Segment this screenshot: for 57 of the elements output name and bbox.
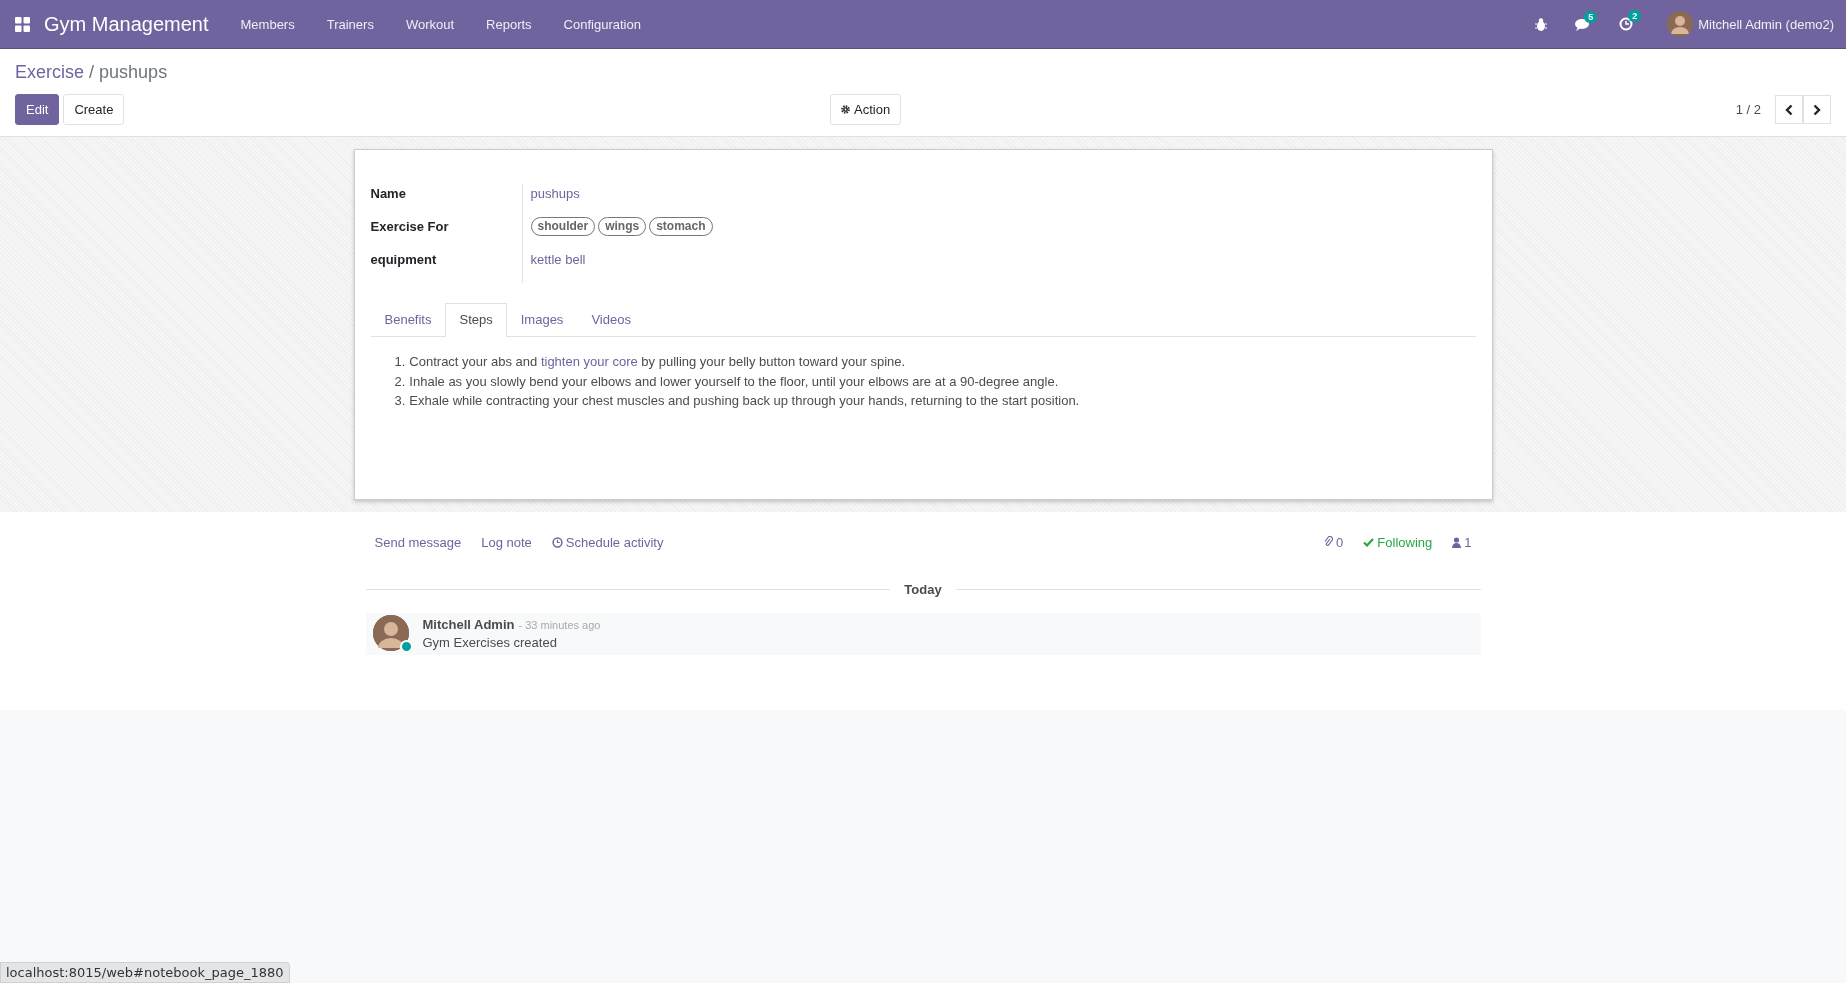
avatar-icon — [372, 615, 409, 651]
bug-icon[interactable] — [1535, 17, 1548, 31]
user-icon — [1452, 536, 1462, 548]
activity-count-badge: 2 — [1628, 10, 1642, 22]
tab[interactable]: Videos — [577, 303, 645, 337]
user-name[interactable]: Mitchell Admin (demo2) — [1698, 16, 1834, 32]
breadcrumb-current: pushups — [99, 62, 168, 82]
message-author: Mitchell Admin — [422, 617, 515, 632]
clock-icon — [551, 536, 563, 548]
send-message-link[interactable]: Send message — [374, 534, 462, 550]
status-url: localhost:8015/web#notebook_page_1880 — [0, 962, 290, 983]
breadcrumb-link[interactable]: Exercise — [15, 62, 85, 82]
menu-item[interactable]: Reports — [470, 16, 548, 32]
action-button[interactable]: Action — [830, 94, 902, 125]
following-button[interactable]: Following — [1363, 534, 1433, 550]
attachments-button[interactable]: 0 — [1324, 534, 1344, 550]
paperclip-icon — [1324, 536, 1334, 548]
list-number: 1. — [394, 353, 406, 371]
schedule-activity-link[interactable]: Schedule activity — [551, 534, 664, 550]
message-count-badge: 5 — [1584, 10, 1598, 23]
list-number: 3. — [394, 392, 406, 410]
message-body: Gym Exercises created — [422, 635, 558, 650]
step-text: Inhale as you slowly bend your elbows and lower yourself to the floor, until your elbows are at a 90-degree angle. — [409, 372, 1059, 391]
chevron-right-icon — [1813, 103, 1821, 116]
gear-icon — [841, 105, 850, 114]
tab[interactable]: Benefits — [370, 303, 446, 337]
field-label: Exercise For — [370, 219, 449, 234]
menu-item[interactable]: Members — [224, 16, 311, 32]
pager-counter: 1 / 2 — [1735, 102, 1761, 117]
field-label: equipment — [370, 252, 437, 267]
menu-item[interactable]: Trainers — [310, 16, 390, 32]
field-link[interactable]: kettle bell — [530, 252, 586, 267]
field-value: pushups — [530, 186, 580, 201]
tab[interactable]: Images — [506, 303, 578, 337]
app-title[interactable]: Gym Management — [44, 12, 209, 36]
list-number: 2. — [394, 372, 406, 391]
followers-button[interactable]: 1 — [1452, 534, 1472, 550]
text-link[interactable]: tighten your core — [540, 354, 638, 369]
clock-icon[interactable] — [1619, 17, 1634, 31]
menu-item[interactable]: Workout — [389, 16, 471, 32]
apps-grid-icon[interactable] — [15, 16, 30, 32]
menu-item[interactable]: Configuration — [547, 16, 657, 32]
log-note-link[interactable]: Log note — [481, 534, 532, 550]
create-button[interactable]: Create — [63, 94, 125, 125]
breadcrumb-separator: / — [89, 62, 95, 82]
previous-button[interactable] — [1775, 95, 1803, 124]
user-avatar-icon[interactable] — [1667, 11, 1694, 37]
step-text: Contract your abs and tighten your core by pulling your belly button toward your spine. — [409, 353, 906, 371]
edit-button[interactable]: Edit — [15, 94, 60, 125]
field-label: Name — [370, 186, 406, 201]
message-time: - 33 minutes ago — [518, 619, 601, 631]
next-button[interactable] — [1803, 95, 1831, 124]
check-icon — [1363, 537, 1375, 547]
step-text: Exhale while contracting your chest muscles and pushing back up through your hands, returning to the start position. — [409, 392, 1080, 410]
date-separator: Today — [904, 582, 942, 597]
tab[interactable]: Steps — [445, 303, 507, 337]
chevron-left-icon — [1785, 103, 1793, 116]
